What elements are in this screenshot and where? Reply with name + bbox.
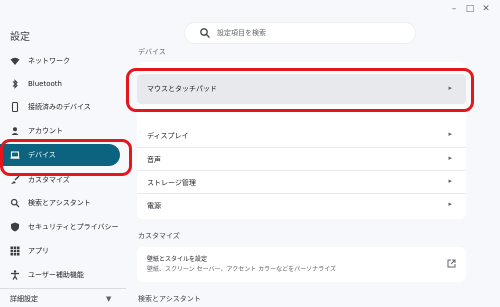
sidebar-item-search-assistant[interactable]: 検索とアシスタント [0,192,126,214]
sidebar-item-network[interactable]: ネットワーク [0,50,126,72]
sidebar-item-label: Bluetooth [28,80,62,88]
sidebar-item-accessibility[interactable]: ユーザー補助機能 [0,264,126,286]
chevron-right-icon: ▸ [448,154,452,162]
sidebar-item-label: 接続済みのデバイス [28,103,91,111]
sidebar: ネットワーク Bluetooth 接続済みのデバイス アカウント デバイス カス… [0,48,126,307]
window-controls: – □ ✕ [446,3,494,15]
wallpaper-title: 壁紙とスタイルを設定 [147,256,208,263]
apps-icon [10,246,20,256]
search-input[interactable]: 設定項目を検索 [184,22,416,44]
row-label: マウスとタッチパッド [147,85,217,93]
search-placeholder: 設定項目を検索 [217,29,266,37]
title-bar: – □ ✕ 設定 設定項目を検索 [0,0,500,46]
row-label: ストレージ管理 [147,179,196,187]
search-icon [10,198,20,208]
sidebar-item-accounts[interactable]: アカウント [0,120,126,142]
sidebar-item-label: アカウント [28,127,63,135]
close-button[interactable]: ✕ [478,3,494,15]
row-power[interactable]: 電源 ▸ [137,193,466,216]
sidebar-item-label: アプリ [28,247,49,255]
row-storage[interactable]: ストレージ管理 ▸ [137,170,466,193]
wallpaper-card[interactable]: 壁紙とスタイルを設定 壁紙、スクリーン セーバー、アクセント カラーなどをパーソ… [137,247,466,282]
app-title: 設定 [10,32,30,43]
sidebar-item-apps[interactable]: アプリ [0,240,126,262]
advanced-settings-label: 詳細設定 [10,295,38,303]
chevron-right-icon: ▸ [448,130,452,138]
sidebar-item-label: セキュリティとプライバシー [28,223,119,231]
external-link-icon [447,259,456,268]
person-icon [11,127,19,135]
row-display[interactable]: ディスプレイ ▸ [137,124,466,147]
row-label: 音声 [147,156,161,164]
row-label: 電源 [147,202,161,210]
row-label: ディスプレイ [147,132,189,140]
chevron-right-icon: ▸ [448,177,452,185]
laptop-icon [10,151,20,159]
wifi-icon [10,57,20,65]
sidebar-item-label: ネットワーク [28,57,70,65]
minimize-button[interactable]: – [446,3,462,15]
wallpaper-subtitle: 壁紙、スクリーン セーバー、アクセント カラーなどをパーソナライズ [147,266,336,273]
section-title-customize: カスタマイズ [138,232,180,240]
row-mouse-touchpad[interactable]: マウスとタッチパッド ▸ [137,74,466,104]
advanced-settings-toggle[interactable]: 詳細設定 ▼ [0,288,126,307]
sidebar-item-customize[interactable]: カスタマイズ [0,169,126,191]
brush-icon [11,175,20,184]
phone-icon [11,102,19,112]
sidebar-item-connected-devices[interactable]: 接続済みのデバイス [0,96,126,118]
sidebar-item-bluetooth[interactable]: Bluetooth [0,73,126,95]
sidebar-item-label: デバイス [28,151,56,159]
sidebar-item-label: カスタマイズ [28,176,70,184]
row-audio[interactable]: 音声 ▸ [137,147,466,170]
shield-icon [11,222,19,232]
row-label: キーボードと入力 [147,111,203,119]
search-icon [200,28,210,38]
accessibility-icon [11,270,19,280]
row-keyboard[interactable]: キーボードと入力 [137,106,466,124]
chevron-down-icon: ▼ [106,295,112,303]
sidebar-item-device[interactable]: デバイス [0,144,126,166]
device-card: マウスとタッチパッド ▸ キーボードと入力 ディスプレイ ▸ 音声 ▸ ストレー… [137,62,466,219]
sidebar-item-label: ユーザー補助機能 [28,271,84,279]
section-title-search-assistant: 検索とアシスタント [138,295,201,303]
section-title-device: デバイス [138,48,166,56]
chevron-right-icon: ▸ [448,200,452,208]
sidebar-item-label: 検索とアシスタント [28,199,91,207]
chevron-right-icon: ▸ [448,84,452,92]
maximize-button[interactable]: □ [462,3,478,15]
bluetooth-icon [12,79,18,89]
sidebar-item-security[interactable]: セキュリティとプライバシー [0,216,126,238]
